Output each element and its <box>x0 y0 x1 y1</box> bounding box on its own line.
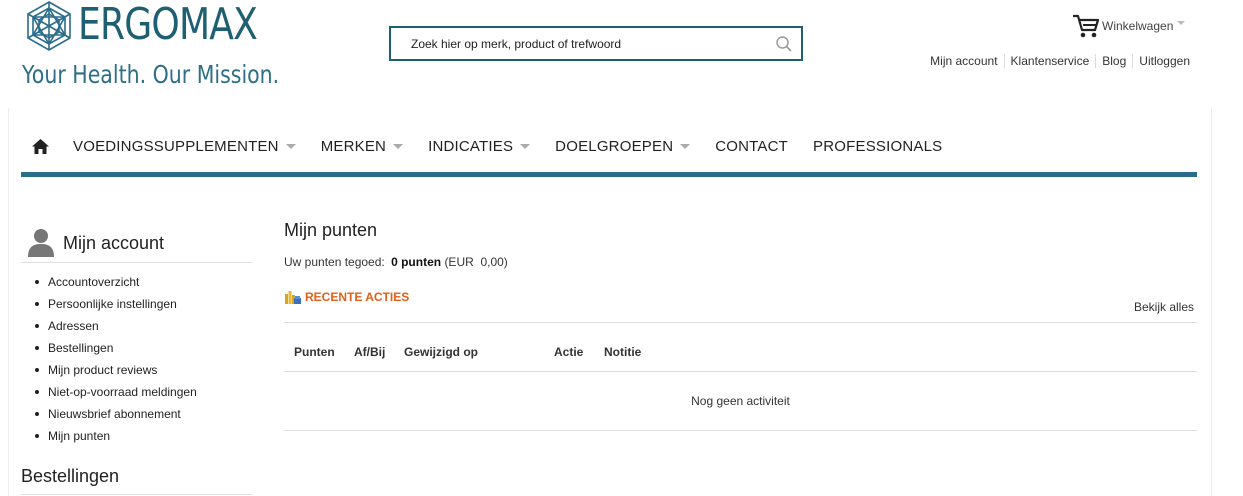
logo-mark-icon <box>27 1 71 51</box>
nav-item-indicaties[interactable]: INDICATIES <box>428 137 531 155</box>
points-balance: Uw punten tegoed: 0 punten (EUR 0,00) <box>284 255 508 269</box>
column-header-af-bij: Af/Bij <box>354 345 386 359</box>
column-header-gewijzigd-op: Gewijzigd op <box>404 345 478 359</box>
sidebar-item-adressen[interactable]: Adressen <box>21 318 197 340</box>
search-box <box>389 26 803 61</box>
cart-label: Winkelwagen <box>1102 19 1174 33</box>
balance-points: 0 punten <box>391 255 442 269</box>
divider <box>284 322 1197 323</box>
nav-label: DOELGROEPEN <box>555 137 674 155</box>
sidebar-title: Mijn account <box>63 233 165 253</box>
home-icon <box>32 138 49 154</box>
sidebar-item-nieuwsbrief[interactable]: Nieuwsbrief abonnement <box>21 406 197 428</box>
cart-button[interactable]: Winkelwagen <box>1072 12 1186 40</box>
coins-icon <box>285 291 301 304</box>
chevron-down-icon <box>285 143 296 149</box>
sidebar-item-voorraad-meldingen[interactable]: Niet-op-voorraad meldingen <box>21 384 197 406</box>
link-blog[interactable]: Blog <box>1095 54 1132 68</box>
nav-label: INDICATIES <box>428 137 514 155</box>
nav-item-doelgroepen[interactable]: DOELGROEPEN <box>555 137 691 155</box>
divider <box>284 430 1197 431</box>
balance-currency: (EUR 0,00) <box>444 255 508 269</box>
nav-item-voedingssupplementen[interactable]: VOEDINGSSUPPLEMENTEN <box>73 138 296 155</box>
logo-tagline: Your Health. Our Mission. <box>22 60 280 89</box>
balance-prefix: Uw punten tegoed: <box>284 255 385 269</box>
link-mijn-account[interactable]: Mijn account <box>930 54 1003 68</box>
nav-label: MERKEN <box>320 137 387 155</box>
chevron-down-icon <box>680 143 691 149</box>
cart-icon <box>1073 14 1100 38</box>
chevron-down-icon <box>520 143 531 149</box>
sidebar-section-bestellingen: Bestellingen <box>21 462 252 495</box>
sidebar-item-persoonlijke-instellingen[interactable]: Persoonlijke instellingen <box>21 296 197 318</box>
divider <box>284 371 1197 372</box>
column-header-punten: Punten <box>294 345 335 359</box>
search-input[interactable] <box>391 28 767 59</box>
chevron-down-icon <box>393 143 404 149</box>
sidebar-header: Mijn account <box>21 224 252 263</box>
view-all-link[interactable]: Bekijk alles <box>1134 300 1194 314</box>
chevron-down-icon <box>1177 21 1186 25</box>
top-links: Mijn account Klantenservice Blog Uitlogg… <box>930 54 1190 68</box>
column-header-notitie: Notitie <box>604 345 642 359</box>
nav-item-contact[interactable]: CONTACT <box>715 138 788 155</box>
user-icon <box>28 229 54 257</box>
nav-label: CONTACT <box>715 137 789 155</box>
page-title: Mijn punten <box>284 220 378 240</box>
recent-actions-header: RECENTE ACTIES <box>284 289 409 305</box>
nav-underline <box>21 172 1197 177</box>
nav-item-professionals[interactable]: PROFESSIONALS <box>813 138 942 155</box>
search-button[interactable] <box>767 28 801 59</box>
link-uitloggen[interactable]: Uitloggen <box>1132 54 1190 68</box>
sidebar-section-title: Bestellingen <box>21 466 120 486</box>
main-nav: VOEDINGSSUPPLEMENTEN MERKEN INDICATIES D… <box>21 120 1197 172</box>
nav-home[interactable] <box>32 138 49 154</box>
sidebar-menu: Accountoverzicht Persoonlijke instelling… <box>21 274 197 450</box>
sidebar-item-mijn-punten[interactable]: Mijn punten <box>21 428 197 450</box>
column-header-actie: Actie <box>554 345 584 359</box>
nav-label: PROFESSIONALS <box>813 137 943 155</box>
logo-name: ERGOMAX <box>78 0 258 50</box>
empty-state-message: Nog geen activiteit <box>691 394 790 408</box>
logo[interactable]: ERGOMAX Your Health. Our Mission. <box>22 0 279 92</box>
nav-item-merken[interactable]: MERKEN <box>320 137 404 155</box>
link-klantenservice[interactable]: Klantenservice <box>1003 54 1096 68</box>
search-icon <box>776 35 792 52</box>
nav-label: VOEDINGSSUPPLEMENTEN <box>73 137 279 155</box>
sidebar-item-accountoverzicht[interactable]: Accountoverzicht <box>21 274 197 296</box>
sidebar-item-product-reviews[interactable]: Mijn product reviews <box>21 362 197 384</box>
recent-actions-label: RECENTE ACTIES <box>305 290 410 304</box>
sidebar-item-bestellingen[interactable]: Bestellingen <box>21 340 197 362</box>
